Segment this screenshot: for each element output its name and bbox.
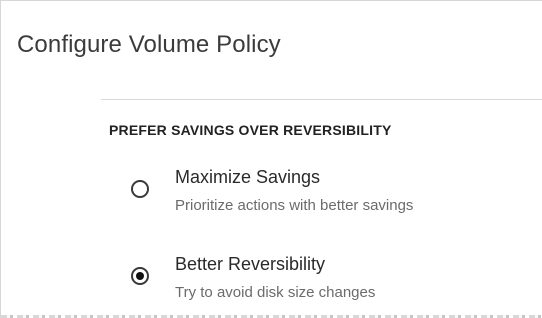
radio-option-better-reversibility[interactable]: Better Reversibility Try to avoid disk s…: [127, 251, 527, 311]
dialog-title: Configure Volume Policy: [17, 31, 281, 58]
option-description: Try to avoid disk size changes: [175, 284, 376, 301]
option-description: Prioritize actions with better savings: [175, 197, 414, 214]
radio-option-maximize-savings[interactable]: Maximize Savings Prioritize actions with…: [127, 164, 527, 224]
option-label: Better Reversibility: [175, 254, 326, 274]
section-divider: [101, 99, 542, 100]
radio-button-unchecked-icon[interactable]: [131, 180, 149, 198]
radio-button-checked-icon[interactable]: [131, 267, 149, 285]
configure-volume-policy-dialog: Configure Volume Policy PREFER SAVINGS O…: [0, 0, 542, 318]
radio-selected-dot: [136, 272, 144, 280]
section-header: PREFER SAVINGS OVER REVERSIBILITY: [109, 122, 392, 138]
option-label: Maximize Savings: [175, 167, 321, 187]
